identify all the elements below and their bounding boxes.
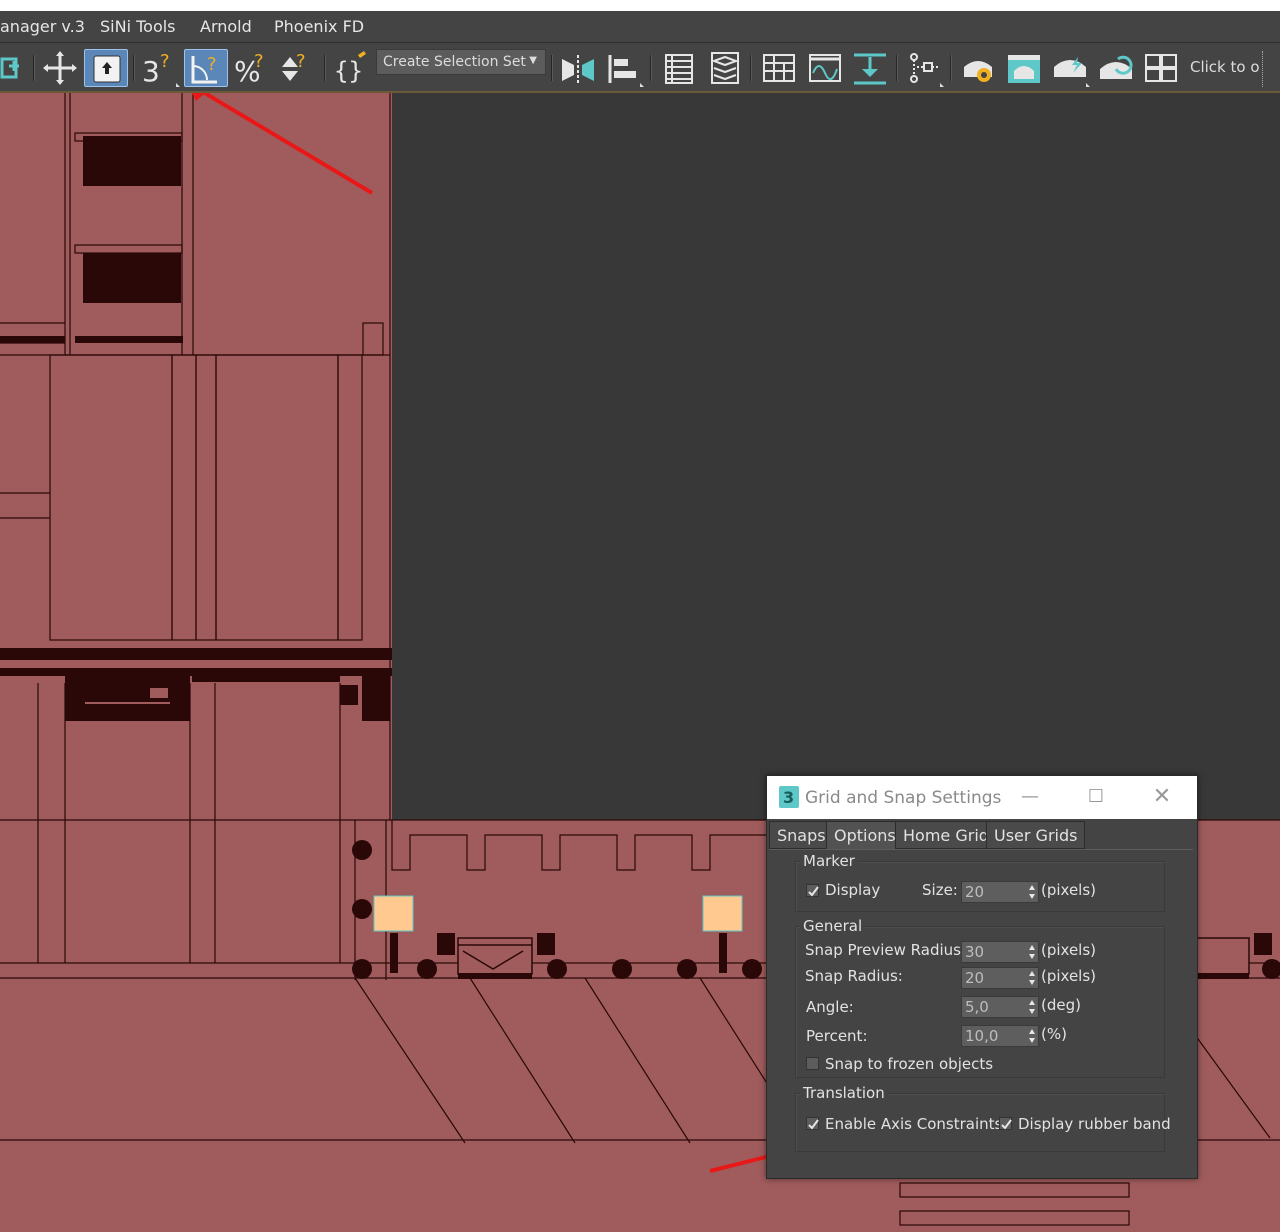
snap-radius-unit: (pixels) [1041,967,1097,985]
close-icon[interactable]: ✕ [1151,786,1173,808]
edit-named-selection-icon[interactable]: {} [332,49,372,87]
angle-label: Angle: [806,998,854,1016]
menu-bar: anager v.3 SiNi Tools Arnold Phoenix FD [0,11,1280,43]
angle-unit: (deg) [1041,996,1081,1014]
display-label: Display [825,881,881,899]
angle-snap-icon[interactable]: ? [184,49,228,87]
app-3ds-max-icon: 3 [779,786,799,808]
spinner-arrows-icon[interactable] [1028,1028,1036,1044]
menu-item-arnold[interactable]: Arnold [200,17,252,36]
dialog-title: Grid and Snap Settings [805,788,1002,808]
main-toolbar: 3? ? %? ? {} Create Selection Set ▼ Clic… [0,43,1280,93]
svg-text:3: 3 [783,788,794,807]
select-link-icon[interactable] [0,49,28,87]
grid-snap-dialog: 3 Grid and Snap Settings — ☐ ✕ Snaps Opt… [766,775,1198,1179]
tab-options[interactable]: Options [826,821,904,849]
ribbon-icon[interactable] [758,49,798,87]
menu-item-manager[interactable]: anager v.3 [0,17,85,36]
svg-text:?: ? [160,51,170,72]
percent-label: Percent: [806,1027,868,1045]
render-iterative-icon[interactable] [1096,49,1136,87]
dialog-titlebar[interactable]: 3 Grid and Snap Settings — ☐ ✕ [767,776,1197,819]
angle-value: 5,0 [965,998,989,1016]
dope-sheet-icon[interactable] [850,49,890,87]
scene-explorer-icon[interactable] [658,49,698,87]
tab-user-grids[interactable]: User Grids [986,821,1086,849]
maximize-icon[interactable]: ☐ [1085,786,1107,808]
layer-explorer-icon[interactable] [704,49,744,87]
rubber-band-checkbox[interactable] [999,1117,1012,1130]
snap-radius-label: Snap Radius: [805,967,903,985]
spinner-arrows-icon[interactable] [1028,970,1036,986]
selection-set-label: Create Selection Set [383,54,526,70]
minimize-icon[interactable]: — [1019,786,1041,808]
axis-constraints-checkbox[interactable] [806,1117,819,1130]
spinner-arrows-icon[interactable] [1028,884,1036,900]
snap-frozen-checkbox[interactable] [806,1057,819,1070]
select-move-icon[interactable] [42,49,82,87]
size-value: 20 [965,883,985,901]
svg-text:?: ? [254,51,264,72]
general-group-label: General [800,917,866,935]
snap-3d-icon[interactable]: 3? [140,49,180,87]
window-top-strip [0,0,1280,11]
svg-text:?: ? [296,51,306,72]
menu-item-phoenix-fd[interactable]: Phoenix FD [274,17,364,36]
select-object-icon[interactable] [84,49,128,87]
rubber-band-label: Display rubber band [1018,1115,1171,1133]
percent-spinner[interactable]: 10,0 [961,1025,1039,1047]
toolbar-grip[interactable] [1262,51,1267,87]
render-tiles-icon[interactable] [1142,49,1182,87]
selection-set-dropdown[interactable]: Create Selection Set ▼ [376,49,546,75]
snap-preview-spinner[interactable]: 30 [961,941,1039,963]
percent-snap-icon[interactable]: %? [232,49,272,87]
render-setup-icon[interactable] [958,49,998,87]
display-checkbox[interactable] [806,884,819,897]
translation-group-label: Translation [800,1084,888,1102]
snap-preview-value: 30 [965,943,985,961]
marker-group-label: Marker [800,852,858,870]
options-panel: Marker Display Size: 20 (pixels) General… [769,849,1193,1176]
tab-snaps[interactable]: Snaps [769,821,834,849]
schematic-view-icon[interactable] [904,49,944,87]
chevron-down-icon: ▼ [529,55,537,66]
tab-home-grid[interactable]: Home Grid [895,821,997,849]
snap-preview-unit: (pixels) [1041,941,1097,959]
percent-unit: (%) [1041,1025,1067,1043]
snap-radius-spinner[interactable]: 20 [961,967,1039,989]
spinner-snap-icon[interactable]: ? [278,49,318,87]
align-icon[interactable] [604,49,644,87]
snap-preview-label: Snap Preview Radius: [805,941,967,959]
spinner-arrows-icon[interactable] [1028,944,1036,960]
click-to-open-label[interactable]: Click to o [1190,58,1260,76]
svg-text:?: ? [207,54,217,75]
rendered-frame-window-icon[interactable] [1004,49,1044,87]
render-production-icon[interactable] [1050,49,1090,87]
menu-item-sini-tools[interactable]: SiNi Tools [100,17,176,36]
spinner-arrows-icon[interactable] [1028,999,1036,1015]
size-label: Size: [922,881,958,899]
svg-text:3: 3 [142,55,160,87]
size-unit: (pixels) [1041,881,1097,899]
size-spinner[interactable]: 20 [961,881,1039,903]
angle-spinner[interactable]: 5,0 [961,996,1039,1018]
mirror-icon[interactable] [558,49,598,87]
svg-text:{}: {} [334,57,363,85]
axis-constraints-label: Enable Axis Constraints [825,1115,1003,1133]
snap-radius-value: 20 [965,969,985,987]
percent-value: 10,0 [965,1027,999,1045]
snap-frozen-label: Snap to frozen objects [825,1055,994,1073]
curve-editor-icon[interactable] [804,49,844,87]
